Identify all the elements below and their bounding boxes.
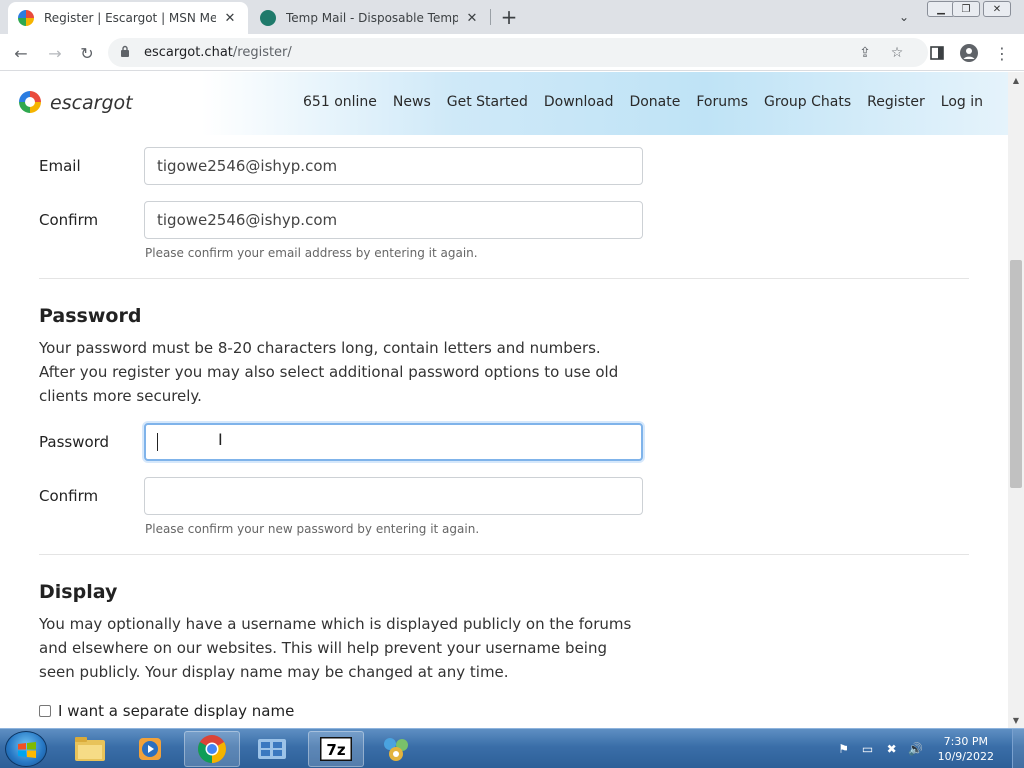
new-tab-icon[interactable]: + (498, 5, 520, 29)
volume-icon[interactable]: 🔊 (908, 741, 924, 757)
display-name-checkbox-label[interactable]: I want a separate display name (58, 702, 294, 720)
svg-text:7z: 7z (326, 741, 345, 759)
confirm-password-field[interactable] (144, 477, 643, 515)
password-heading: Password (39, 305, 142, 327)
restore-button[interactable]: ❐ (952, 1, 980, 17)
clock-time: 7:30 PM (943, 735, 988, 748)
nav-register[interactable]: Register (867, 94, 925, 110)
profile-avatar-icon[interactable] (957, 41, 981, 65)
lock-icon (120, 45, 134, 61)
tab-title: Temp Mail - Disposable Temporary Email (286, 11, 458, 25)
tab-separator (490, 9, 491, 25)
minimize-button[interactable]: ▁ (927, 1, 955, 17)
page-scrollbar[interactable]: ▲ ▼ (1008, 72, 1024, 728)
display-description: You may optionally have a username which… (39, 615, 632, 681)
7zip-icon[interactable]: 7z (308, 731, 364, 767)
display-name-checkbox-row: I want a separate display name (39, 702, 294, 720)
tab-temp-mail[interactable]: Temp Mail - Disposable Temporary Email ✕ (250, 2, 490, 34)
email-label: Email (39, 157, 81, 175)
browser-toolbar: ← → ↻ escargot.chat/register/ ⇪ ☆ ⋮ (0, 34, 1024, 71)
media-player-icon[interactable] (122, 731, 178, 767)
power-warning-icon[interactable]: ✖ (884, 741, 900, 757)
menu-kebab-icon[interactable]: ⋮ (990, 41, 1014, 65)
control-panel-icon[interactable] (244, 731, 300, 767)
address-bar[interactable]: escargot.chat/register/ ⇪ ☆ (108, 38, 928, 67)
action-center-flag-icon[interactable]: ⚑ (836, 741, 852, 757)
windows-taskbar: 7z ⚑ ▭ ✖ 🔊 7:30 PM 10/9/2022 (0, 728, 1024, 768)
side-panel-icon[interactable] (925, 41, 949, 65)
nav-online-count[interactable]: 651 online (303, 94, 377, 110)
email-field[interactable]: tigowe2546@ishyp.com (144, 147, 643, 185)
system-tray: ⚑ ▭ ✖ 🔊 7:30 PM 10/9/2022 (832, 729, 1024, 768)
window-close-button[interactable]: ✕ (983, 1, 1011, 17)
forward-arrow-icon[interactable]: → (43, 41, 67, 65)
register-form: Email tigowe2546@ishyp.com Confirm tigow… (0, 136, 1008, 728)
nav-group-chats[interactable]: Group Chats (764, 94, 851, 110)
tab-close-icon[interactable]: ✕ (222, 10, 238, 26)
tab-title: Register | Escargot | MSN Messenger (44, 11, 216, 25)
reload-icon[interactable]: ↻ (75, 41, 99, 65)
nav-get-started[interactable]: Get Started (447, 94, 528, 110)
confirm-email-row: Confirm tigowe2546@ishyp.com (39, 201, 643, 239)
ibeam-cursor-icon: I (218, 430, 223, 449)
email-hint: Please confirm your email address by ent… (145, 246, 478, 260)
system-clock[interactable]: 7:30 PM 10/9/2022 (938, 734, 994, 764)
confirm-email-label: Confirm (39, 211, 99, 229)
email-row: Email tigowe2546@ishyp.com (39, 147, 643, 185)
tab-escargot-register[interactable]: Register | Escargot | MSN Messenger ✕ (8, 2, 248, 34)
chrome-icon[interactable] (184, 731, 240, 767)
section-divider (39, 278, 969, 279)
scrollbar-thumb[interactable] (1010, 260, 1022, 488)
password-description: Your password must be 8-20 characters lo… (39, 339, 619, 405)
password-label: Password (39, 433, 110, 451)
network-icon[interactable]: ▭ (860, 741, 876, 757)
scroll-down-arrow-icon[interactable]: ▼ (1008, 712, 1024, 728)
nav-news[interactable]: News (393, 94, 431, 110)
logo-text: escargot (50, 92, 133, 114)
display-heading: Display (39, 581, 118, 603)
scroll-up-arrow-icon[interactable]: ▲ (1008, 72, 1024, 88)
show-desktop-button[interactable] (1012, 729, 1024, 768)
windows-explorer-icon[interactable] (62, 731, 118, 767)
nav-donate[interactable]: Donate (629, 94, 680, 110)
start-button[interactable] (5, 731, 47, 767)
clock-date: 10/9/2022 (937, 750, 994, 763)
confirm-password-row: Confirm (39, 477, 643, 515)
password-row: Password (39, 423, 643, 461)
url-host: escargot.chat (144, 45, 233, 60)
network-tool-icon[interactable] (368, 731, 424, 767)
browser-tab-strip: Register | Escargot | MSN Messenger ✕ Te… (0, 0, 1024, 34)
nav-download[interactable]: Download (544, 94, 614, 110)
confirm-email-field[interactable]: tigowe2546@ishyp.com (144, 201, 643, 239)
url-path: /register/ (232, 45, 292, 60)
tab-close-icon[interactable]: ✕ (464, 10, 480, 26)
nav-forums[interactable]: Forums (696, 94, 748, 110)
share-icon[interactable]: ⇪ (854, 42, 876, 64)
password-hint: Please confirm your new password by ente… (145, 522, 480, 536)
escargot-favicon (18, 10, 34, 26)
back-arrow-icon[interactable]: ← (9, 41, 33, 65)
tab-search-chevron-icon[interactable]: ⌄ (895, 8, 913, 26)
site-header: escargot 651 online News Get Started Dow… (0, 72, 1008, 135)
bookmark-star-icon[interactable]: ☆ (886, 42, 908, 64)
display-name-checkbox[interactable] (39, 705, 51, 717)
section-divider (39, 554, 969, 555)
text-caret (157, 433, 158, 451)
main-nav: 651 online News Get Started Download Don… (303, 94, 983, 110)
windows-flag-icon (18, 742, 36, 758)
temp-mail-favicon (260, 10, 276, 26)
escargot-logo[interactable]: escargot (18, 89, 133, 117)
confirm-password-label: Confirm (39, 487, 99, 505)
nav-log-in[interactable]: Log in (941, 94, 983, 110)
escargot-logo-icon (18, 89, 42, 117)
